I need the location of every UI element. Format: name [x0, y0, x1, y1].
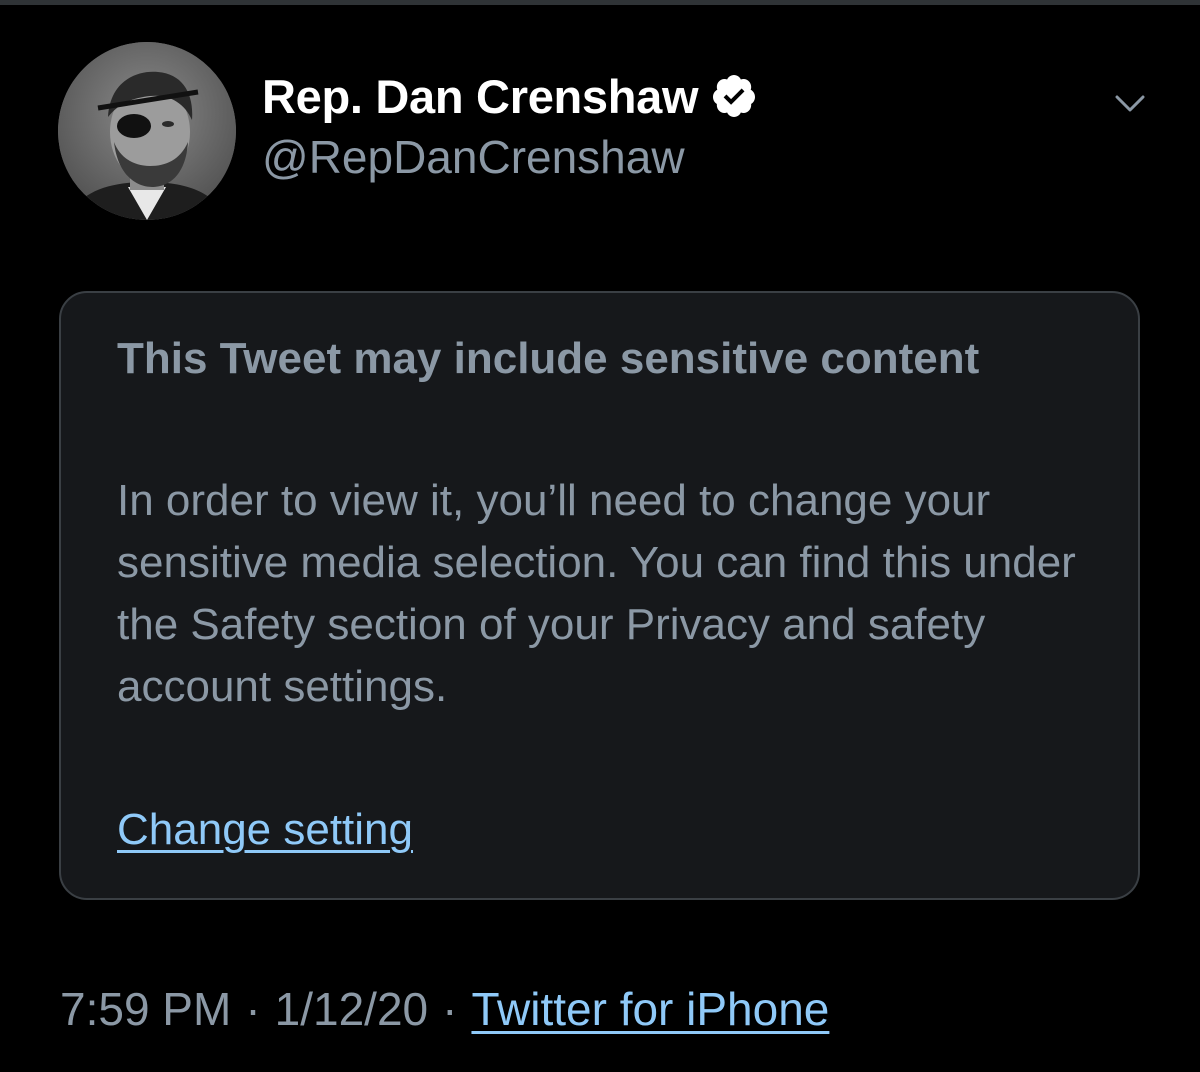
top-divider — [0, 0, 1200, 5]
author-handle[interactable]: @RepDanCrenshaw — [262, 130, 685, 184]
change-setting-link[interactable]: Change setting — [117, 799, 413, 861]
notice-title: This Tweet may include sensitive content — [117, 334, 980, 383]
chevron-down-icon[interactable] — [1112, 86, 1148, 122]
avatar-photo — [58, 42, 236, 220]
notice-body: In order to view it, you’ll need to chan… — [117, 476, 1076, 711]
source-link[interactable]: Twitter for iPhone — [471, 978, 829, 1040]
author-name-row[interactable]: Rep. Dan Crenshaw — [262, 66, 758, 126]
tweet-time: 7:59 PM — [60, 983, 232, 1035]
avatar[interactable] — [58, 42, 236, 220]
tweet-date: 1/12/20 — [274, 983, 429, 1035]
tweet-meta: 7:59 PM · 1/12/20 · Twitter for iPhone — [60, 978, 829, 1040]
display-name[interactable]: Rep. Dan Crenshaw — [262, 69, 699, 124]
verified-badge-icon — [710, 72, 758, 120]
meta-separator: · — [245, 983, 261, 1035]
meta-separator: · — [442, 983, 458, 1035]
